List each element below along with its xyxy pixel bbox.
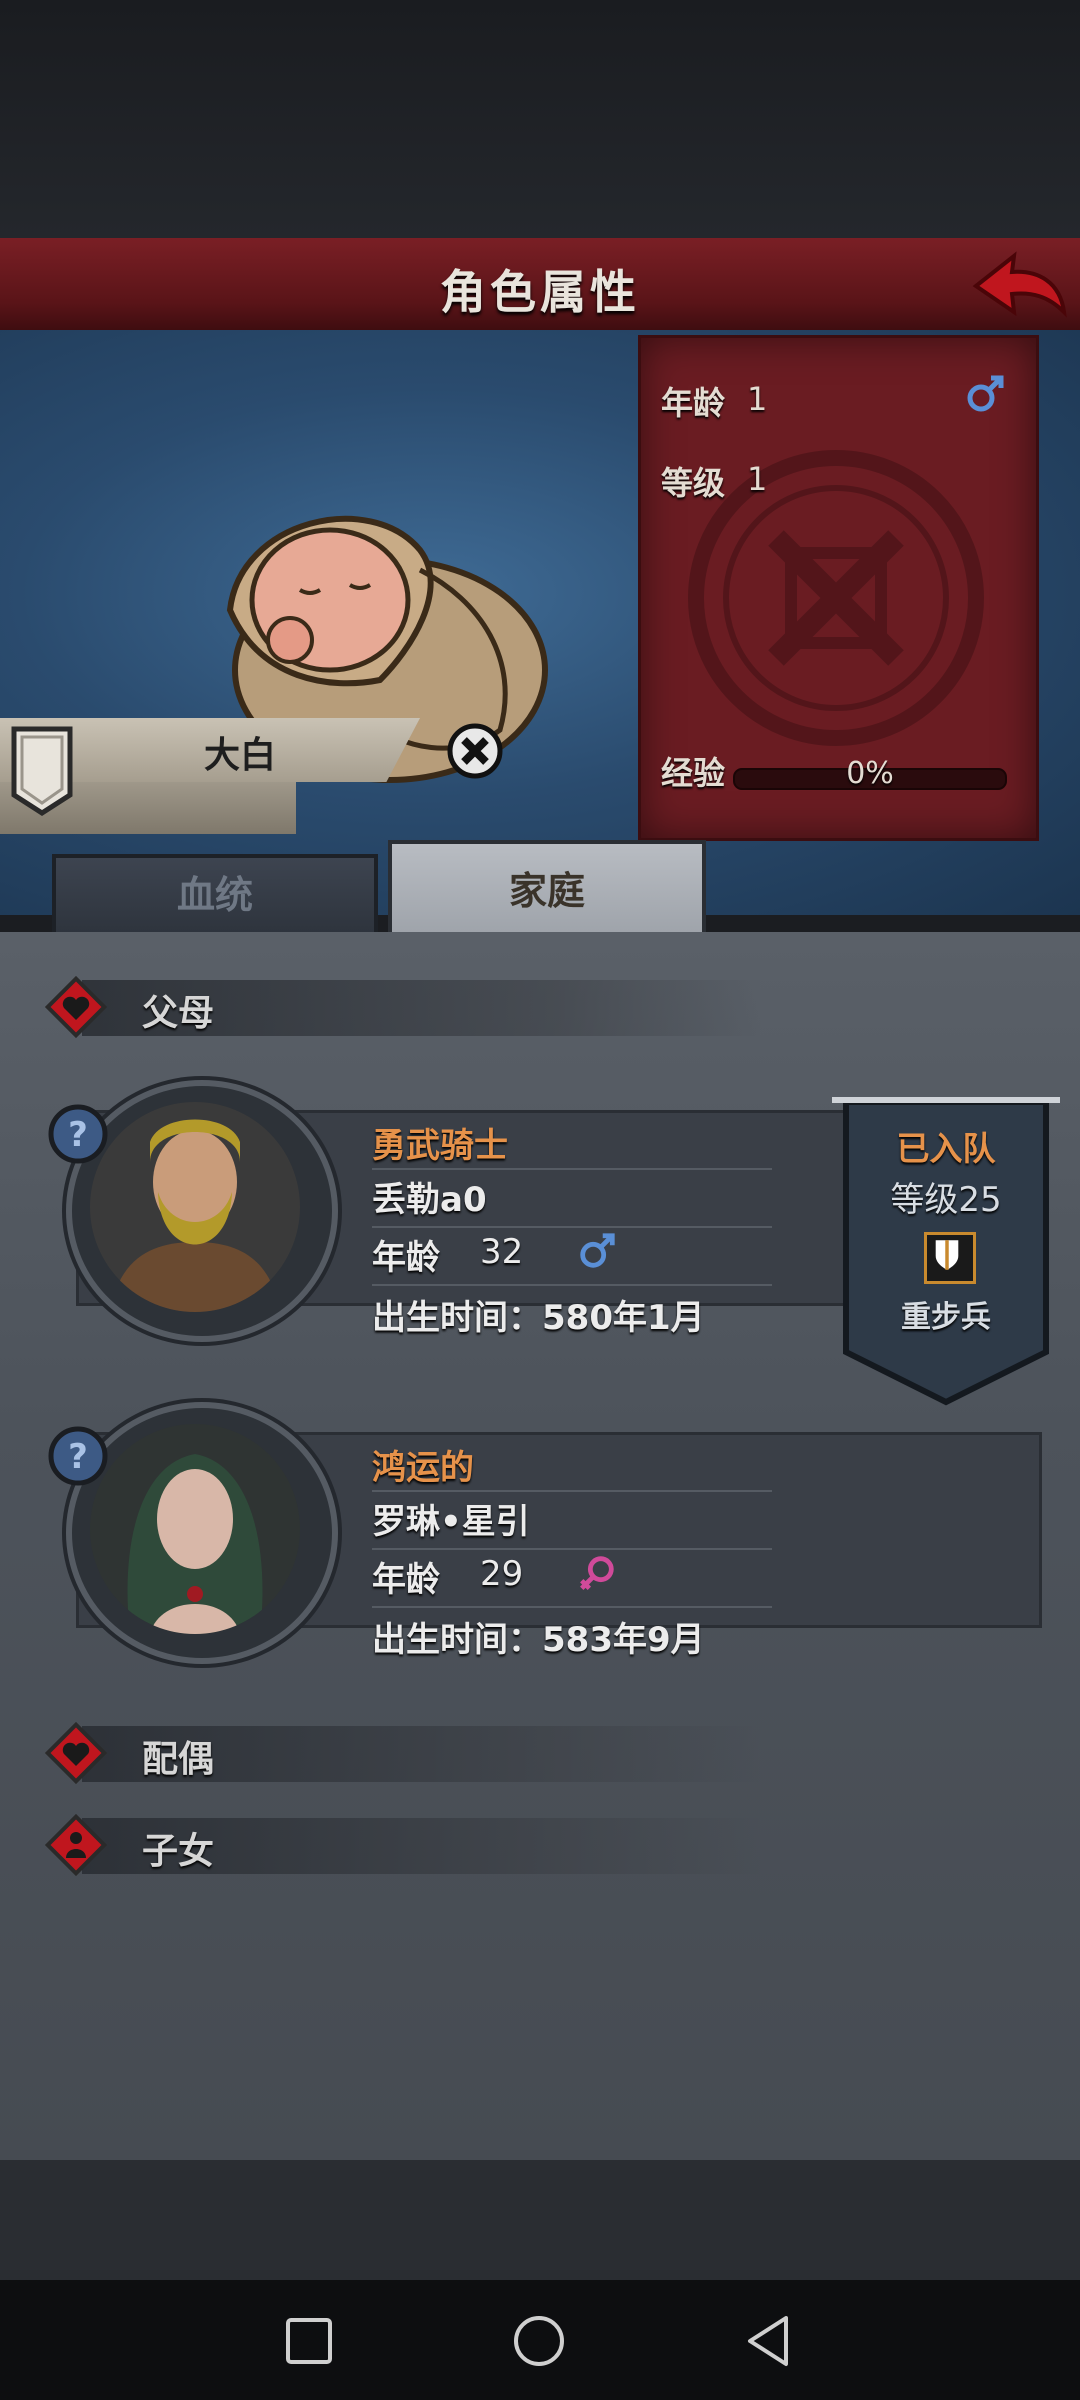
back-nav-icon[interactable]: [742, 2314, 794, 2368]
banner-shield-icon[interactable]: [10, 725, 74, 817]
parent-age-label: 年龄: [372, 1238, 440, 1278]
section-label-children: 子女: [142, 1831, 215, 1872]
parent-title: 鸿运的: [372, 1448, 474, 1488]
home-icon[interactable]: [512, 2314, 566, 2368]
divider: [372, 1284, 772, 1286]
team-status: 已入队: [896, 1129, 996, 1168]
shield-icon: [935, 1240, 959, 1270]
male-icon: [967, 375, 1004, 412]
level-label: 等级: [661, 464, 726, 502]
celtic-knot-emblem: [688, 450, 984, 746]
parent-title: 勇武骑士: [372, 1126, 508, 1166]
character-name: 大白: [203, 735, 276, 776]
divider: [372, 1548, 772, 1550]
svg-text:?: ?: [68, 1437, 88, 1477]
recent-apps-icon[interactable]: [284, 2316, 334, 2366]
parent-name: 丢勒a0: [372, 1180, 487, 1220]
section-spouse: 配偶: [42, 1720, 802, 1786]
male-icon: [580, 1233, 615, 1268]
parent-age-value: 32: [480, 1232, 524, 1272]
level-value: 1: [747, 460, 768, 498]
stats-banner: 年龄 1 等级 1 经验 0%: [638, 335, 1039, 841]
section-label-spouse: 配偶: [142, 1739, 215, 1780]
mother-portrait: [90, 1424, 300, 1634]
infantry-class-icon: [924, 1232, 976, 1284]
character-portrait-area: 年龄 1 等级 1 经验 0% 大白: [0, 330, 1080, 915]
heart-icon: [44, 1721, 108, 1785]
team-class: 重步兵: [901, 1300, 991, 1335]
header-banner: 角色属性: [0, 238, 1080, 334]
female-icon: [580, 1556, 614, 1590]
svg-text:?: ?: [68, 1115, 88, 1155]
father-portrait: [90, 1102, 300, 1312]
question-icon[interactable]: ?: [46, 1424, 110, 1488]
divider: [372, 1606, 772, 1608]
page-title: 角色属性: [440, 265, 640, 319]
parent-card-mother[interactable]: ? 鸿运的 罗琳•星引 年龄 29 出生时间：583年9月: [46, 1402, 1042, 1664]
divider: [372, 1168, 772, 1170]
exp-label: 经验: [661, 754, 726, 792]
back-arrow-icon[interactable]: [968, 246, 1068, 322]
question-icon[interactable]: ?: [46, 1102, 110, 1166]
parent-age-value: 29: [480, 1554, 524, 1594]
exp-percent: 0%: [846, 756, 894, 791]
system-nav-bar: [0, 2280, 1080, 2400]
tab-family[interactable]: 家庭: [388, 840, 706, 939]
tab-bar: 血统 家庭: [0, 840, 1080, 939]
parent-birth: 出生时间：583年9月: [372, 1620, 705, 1660]
bottom-strip: [0, 2160, 1080, 2280]
exp-progress-bar: 0%: [733, 756, 1007, 791]
section-parents: 父母: [42, 974, 802, 1040]
child-icon: [44, 1813, 108, 1877]
top-background: [0, 0, 1080, 238]
parent-name: 罗琳•星引: [372, 1502, 530, 1542]
parent-age-label: 年龄: [372, 1560, 440, 1600]
heart-icon: [44, 975, 108, 1039]
divider: [372, 1226, 772, 1228]
tab-bloodline[interactable]: 血统: [52, 854, 378, 933]
section-children: 子女: [42, 1812, 802, 1878]
family-panel: 父母 ? 勇武骑士 丢勒a0 年龄 32 出生时间：580年1月 已入队 等级2…: [0, 932, 1080, 2160]
parent-birth: 出生时间：580年1月: [372, 1298, 705, 1338]
section-label-parents: 父母: [142, 993, 215, 1034]
age-label: 年龄: [661, 384, 726, 422]
team-level: 等级25: [890, 1180, 1002, 1220]
divider: [372, 1490, 772, 1492]
close-icon[interactable]: [446, 722, 504, 780]
age-value: 1: [747, 380, 768, 418]
team-status-banner[interactable]: 已入队 等级25 重步兵: [832, 1092, 1060, 1412]
